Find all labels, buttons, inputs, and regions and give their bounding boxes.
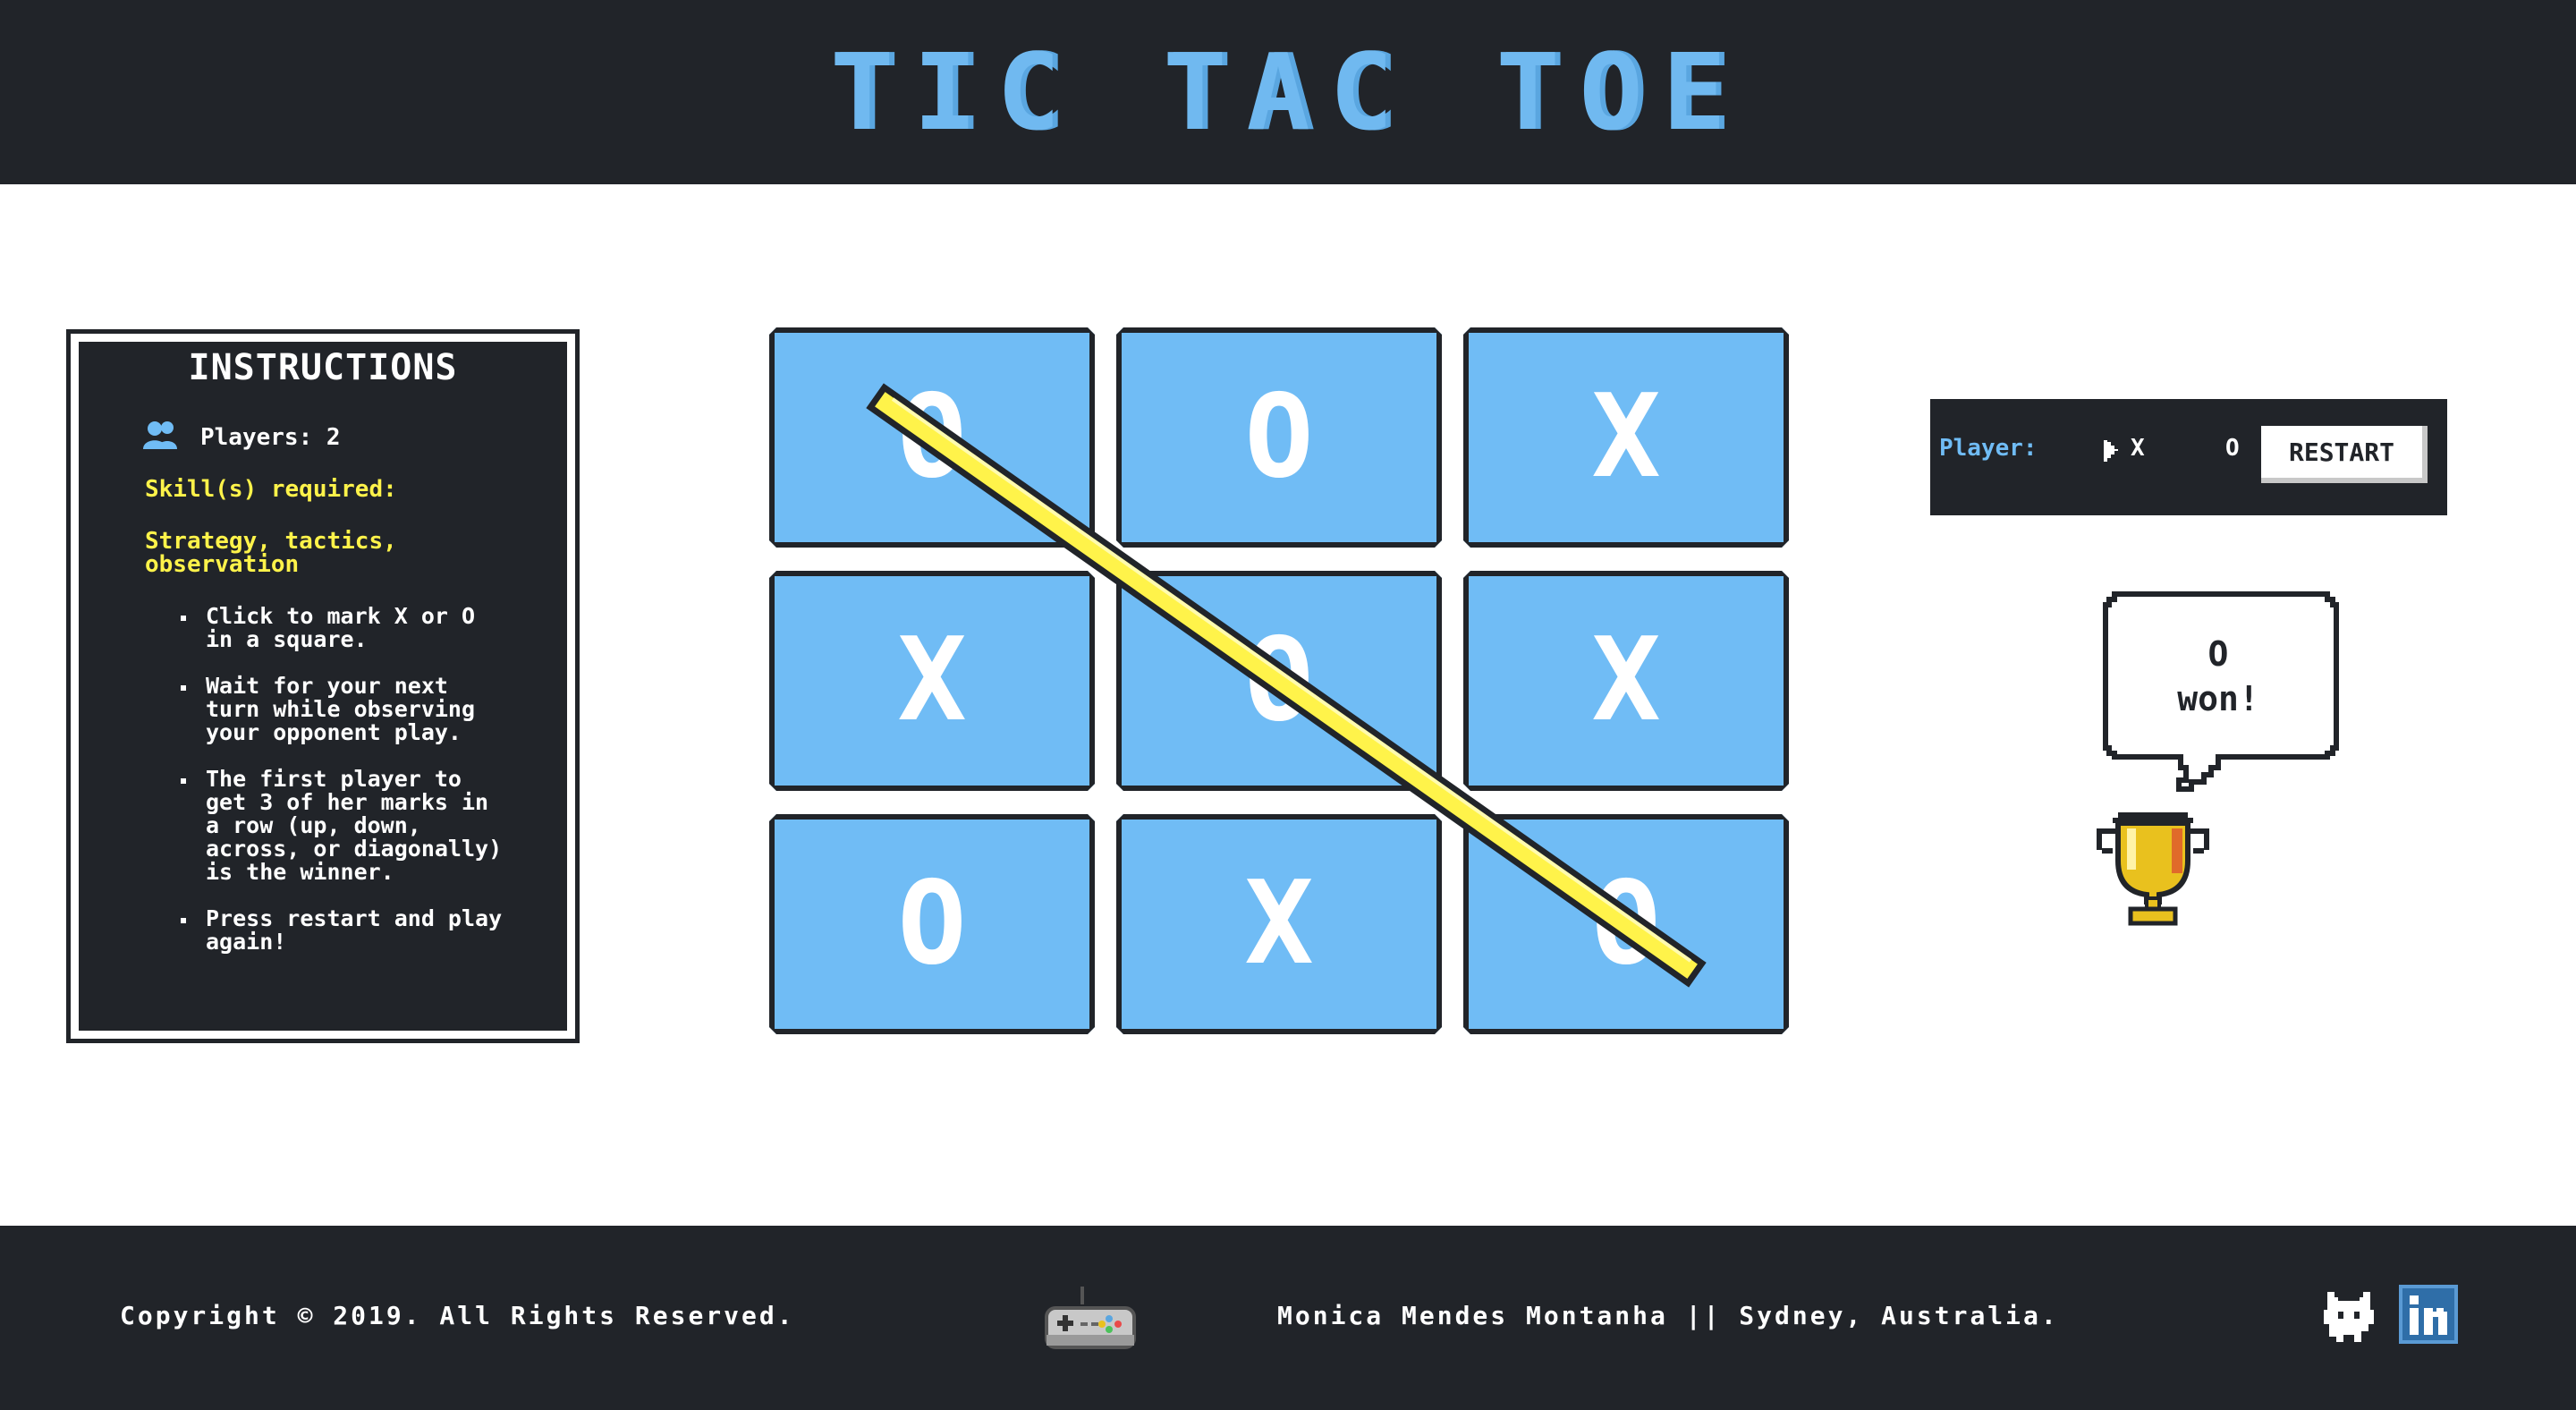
trophy-icon (2097, 812, 2209, 926)
board-cell-5[interactable]: O (1116, 571, 1442, 791)
copyright-text: Copyright © 2019. All Rights Reserved. (120, 1301, 795, 1330)
cell-mark: X (897, 614, 967, 747)
cell-mark: O (1244, 370, 1314, 504)
play-arrow-icon (2104, 440, 2118, 462)
header: TIC TAC TOE (0, 0, 2576, 184)
board-cell-4[interactable]: X (769, 571, 1095, 791)
instructions-body: INSTRUCTIONS Players: 2 Skill(s) require… (79, 342, 567, 1031)
author-text: Monica Mendes Montanha || Sydney, Austra… (1277, 1301, 2059, 1330)
footer: Copyright © 2019. All Rights Reserved. M… (0, 1226, 2576, 1410)
board-cell-1[interactable]: O (769, 327, 1095, 548)
players-count: Players: 2 (200, 424, 341, 451)
restart-button[interactable]: RESTART (2261, 426, 2428, 483)
status-panel: Player: X O RESTART (1930, 399, 2447, 515)
board-cell-9[interactable]: O (1463, 814, 1789, 1034)
page-title: TIC TAC TOE (830, 30, 1746, 154)
github-icon[interactable] (2318, 1285, 2379, 1346)
gamepad-icon (1045, 1287, 1136, 1349)
cell-mark: X (1591, 370, 1661, 504)
instructions-panel: INSTRUCTIONS Players: 2 Skill(s) require… (66, 329, 580, 1043)
board-cell-7[interactable]: O (769, 814, 1095, 1034)
skills-line-1: Strategy, tactics, (145, 528, 397, 555)
board-cell-2[interactable]: O (1116, 327, 1442, 548)
board-cell-3[interactable]: X (1463, 327, 1789, 548)
cell-mark: X (1244, 857, 1314, 990)
instructions-title: INSTRUCTIONS (172, 344, 474, 392)
board-cell-6[interactable]: X (1463, 571, 1789, 791)
cell-mark: O (897, 370, 967, 504)
instructions-title-wrap: INSTRUCTIONS (82, 344, 564, 392)
winner-message: O won! (2177, 634, 2259, 718)
player-x: X (2131, 435, 2145, 462)
rule-item: Click to mark X or O in a square. (177, 605, 508, 651)
player-label: Player: (1939, 435, 2038, 462)
linkedin-icon[interactable] (2399, 1285, 2458, 1344)
rule-item: Press restart and play again! (177, 907, 508, 954)
users-icon (143, 421, 177, 449)
rule-item: Wait for your next turn while observing … (177, 675, 508, 744)
rule-item: The first player to get 3 of her marks i… (177, 768, 508, 884)
cell-mark: X (1591, 614, 1661, 747)
game-board: O O X X O X O X O (769, 327, 1789, 1034)
cell-mark: O (1244, 614, 1314, 747)
cell-mark: O (897, 857, 967, 990)
skills-line-2: observation (145, 551, 300, 578)
cell-mark: O (1591, 857, 1661, 990)
skills-label: Skill(s) required: (145, 476, 397, 503)
rules-list: Click to mark X or O in a square. Wait f… (177, 605, 508, 977)
player-o: O (2225, 435, 2240, 462)
board-cell-8[interactable]: X (1116, 814, 1442, 1034)
